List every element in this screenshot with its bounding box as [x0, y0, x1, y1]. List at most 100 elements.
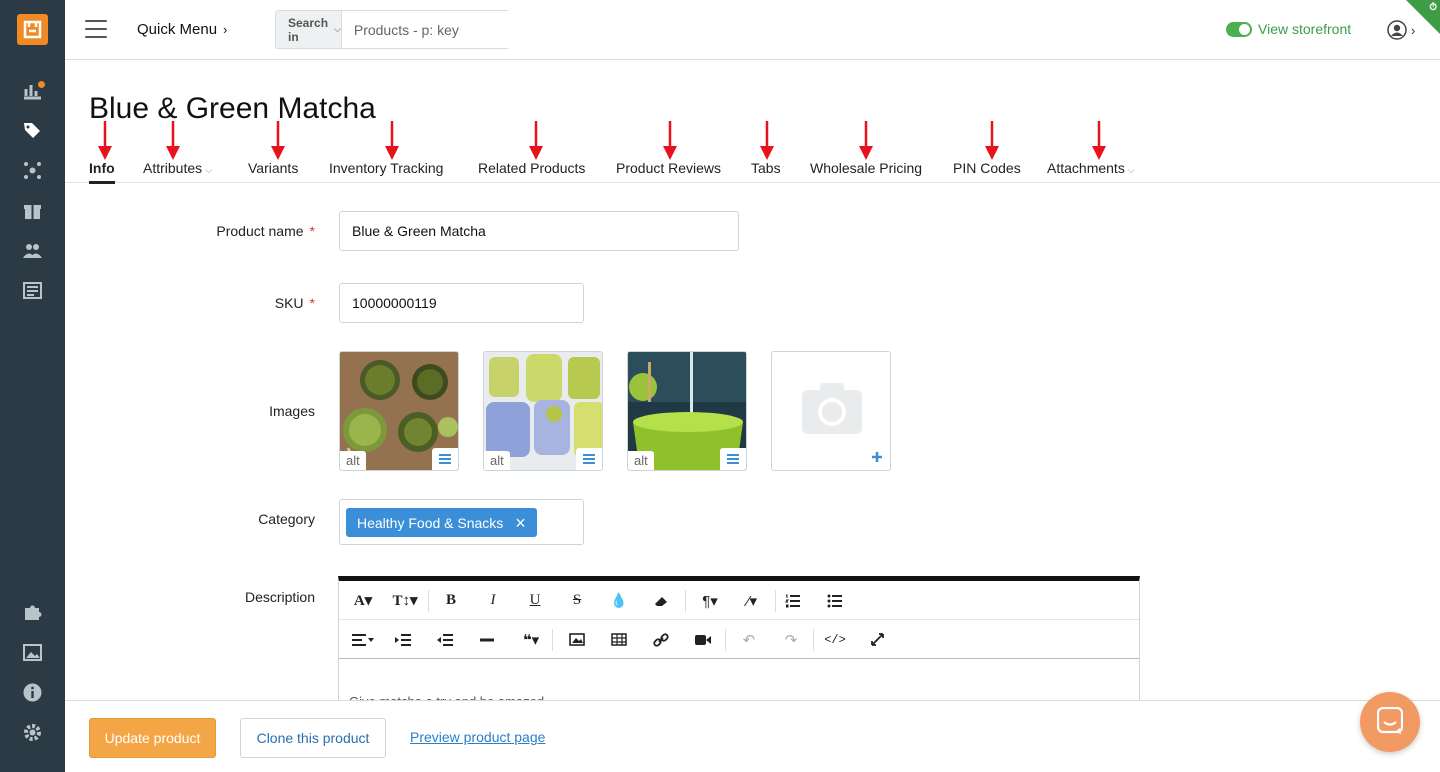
- product-image-3[interactable]: alt: [627, 351, 747, 471]
- chevron-down-icon: ⌵: [205, 165, 212, 175]
- product-image-2[interactable]: alt: [483, 351, 603, 471]
- insert-link-icon[interactable]: [647, 620, 675, 659]
- top-bar: Quick Menu › Search in ⌵ View storefront ›…: [65, 0, 1440, 60]
- insert-video-icon[interactable]: [689, 620, 717, 659]
- update-product-button[interactable]: Update product: [89, 718, 216, 758]
- storefront-status-toggle[interactable]: [1226, 21, 1252, 37]
- horizontal-rule-icon[interactable]: [473, 620, 501, 659]
- align-icon[interactable]: [347, 620, 379, 659]
- sidebar-info-icon[interactable]: [22, 682, 43, 703]
- tab-attributes[interactable]: Attributes ⌵: [143, 160, 212, 176]
- image-alt-button[interactable]: alt: [340, 451, 366, 470]
- bold-icon[interactable]: B: [437, 581, 465, 620]
- quick-menu-label: Quick Menu: [137, 21, 218, 38]
- italic-icon[interactable]: I: [479, 581, 507, 620]
- chat-icon: [1377, 707, 1403, 734]
- tab-related-products[interactable]: Related Products: [478, 160, 585, 176]
- view-storefront[interactable]: View storefront: [1226, 21, 1351, 37]
- clone-product-button[interactable]: Clone this product: [240, 718, 386, 758]
- insert-image-icon[interactable]: [563, 620, 591, 659]
- editor-toolbar-row-1: A▾ T↕▾ B I U S 💧 ¶▾ ⁄▾: [339, 581, 1139, 620]
- sidebar-marketing-icon[interactable]: [22, 160, 43, 181]
- remove-category-close-icon[interactable]: ×: [515, 514, 526, 532]
- product-tabs: Info Attributes ⌵ Variants Inventory Trac…: [65, 150, 1440, 184]
- font-family-icon[interactable]: A▾: [347, 581, 379, 620]
- bullet-list-icon[interactable]: [821, 581, 849, 620]
- search-input[interactable]: [341, 11, 535, 48]
- clock-icon: ⏱: [1429, 2, 1437, 13]
- page-title: Blue & Green Matcha: [89, 92, 376, 125]
- ordered-list-icon[interactable]: [779, 581, 807, 620]
- sidebar-gift-icon[interactable]: [22, 200, 43, 221]
- tab-attachments[interactable]: Attachments ⌵: [1047, 160, 1135, 176]
- chat-widget-button[interactable]: [1360, 692, 1420, 752]
- app-logo[interactable]: [17, 14, 48, 45]
- notification-dot: [38, 81, 45, 88]
- images-label: Images: [269, 403, 315, 419]
- strikethrough-icon[interactable]: S: [563, 581, 591, 620]
- image-options-menu-icon[interactable]: [432, 448, 458, 470]
- tab-product-reviews[interactable]: Product Reviews: [616, 160, 721, 176]
- quick-menu[interactable]: Quick Menu ›: [137, 21, 227, 38]
- toolbar-divider: [428, 590, 429, 612]
- toolbar-divider: [813, 629, 814, 651]
- tab-inventory-tracking[interactable]: Inventory Tracking: [329, 160, 443, 176]
- required-mark: *: [309, 295, 315, 311]
- chevron-right-icon: ›: [223, 22, 228, 37]
- code-view-icon[interactable]: </>: [821, 620, 849, 659]
- eraser-icon[interactable]: [647, 581, 675, 620]
- tab-info[interactable]: Info: [89, 160, 115, 184]
- tab-label: PIN Codes: [953, 160, 1021, 176]
- sidebar-orders-icon[interactable]: [22, 280, 43, 301]
- sku-input[interactable]: [339, 283, 584, 323]
- preview-product-link[interactable]: Preview product page: [410, 729, 545, 745]
- hamburger-menu-icon[interactable]: [85, 20, 107, 38]
- sidebar-addons-puzzle-icon[interactable]: [22, 602, 43, 623]
- category-select[interactable]: Healthy Food & Snacks ×: [339, 499, 584, 545]
- view-storefront-link[interactable]: View storefront: [1258, 21, 1351, 37]
- tab-label: Wholesale Pricing: [810, 160, 923, 176]
- underline-icon[interactable]: U: [521, 581, 549, 620]
- tab-label: Attachments: [1047, 160, 1125, 176]
- magic-wand-icon[interactable]: ⁄▾: [736, 581, 768, 620]
- text-color-drop-icon[interactable]: 💧: [605, 581, 633, 620]
- category-chip: Healthy Food & Snacks ×: [346, 508, 537, 537]
- tab-wholesale-pricing[interactable]: Wholesale Pricing: [810, 160, 922, 176]
- tab-label: Product Reviews: [616, 160, 722, 176]
- undo-icon[interactable]: ↶: [735, 620, 763, 659]
- user-avatar-icon: [1387, 20, 1407, 40]
- image-alt-button[interactable]: alt: [628, 451, 654, 470]
- sidebar-media-icon[interactable]: [22, 642, 43, 663]
- quote-icon[interactable]: ❝▾: [515, 620, 547, 659]
- required-mark: *: [309, 223, 315, 239]
- sidebar-products-tag-icon[interactable]: [22, 120, 43, 141]
- image-options-menu-icon[interactable]: [720, 448, 746, 470]
- tab-pin-codes[interactable]: PIN Codes: [953, 160, 1021, 176]
- add-image-slot[interactable]: [771, 351, 891, 471]
- product-name-input[interactable]: [339, 211, 739, 251]
- tab-label: Variants: [248, 160, 299, 176]
- plus-icon[interactable]: [871, 451, 883, 463]
- search-in-dropdown[interactable]: Search in ⌵: [276, 11, 342, 48]
- image-alt-button[interactable]: alt: [484, 451, 510, 470]
- cart-logo-icon: [23, 20, 42, 39]
- search-in-label: Search in: [288, 15, 329, 44]
- sidebar-settings-gear-icon[interactable]: [22, 722, 43, 743]
- tab-tabs[interactable]: Tabs: [751, 160, 781, 176]
- indent-icon[interactable]: [389, 620, 417, 659]
- fullscreen-expand-icon[interactable]: [863, 620, 891, 659]
- sku-label: SKU *: [274, 295, 315, 311]
- paragraph-icon[interactable]: ¶▾: [694, 581, 726, 620]
- redo-icon[interactable]: ↷: [777, 620, 805, 659]
- product-image-1[interactable]: alt: [339, 351, 459, 471]
- insert-table-icon[interactable]: [605, 620, 633, 659]
- image-options-menu-icon[interactable]: [576, 448, 602, 470]
- tab-label: Related Products: [478, 160, 586, 176]
- outdent-icon[interactable]: [431, 620, 459, 659]
- tab-label: Info: [89, 160, 115, 176]
- sidebar-customers-icon[interactable]: [22, 240, 43, 261]
- tab-variants[interactable]: Variants: [248, 160, 298, 176]
- category-label: Category: [258, 511, 315, 527]
- font-size-icon[interactable]: T↕▾: [387, 581, 423, 620]
- tab-label: Attributes: [143, 160, 203, 176]
